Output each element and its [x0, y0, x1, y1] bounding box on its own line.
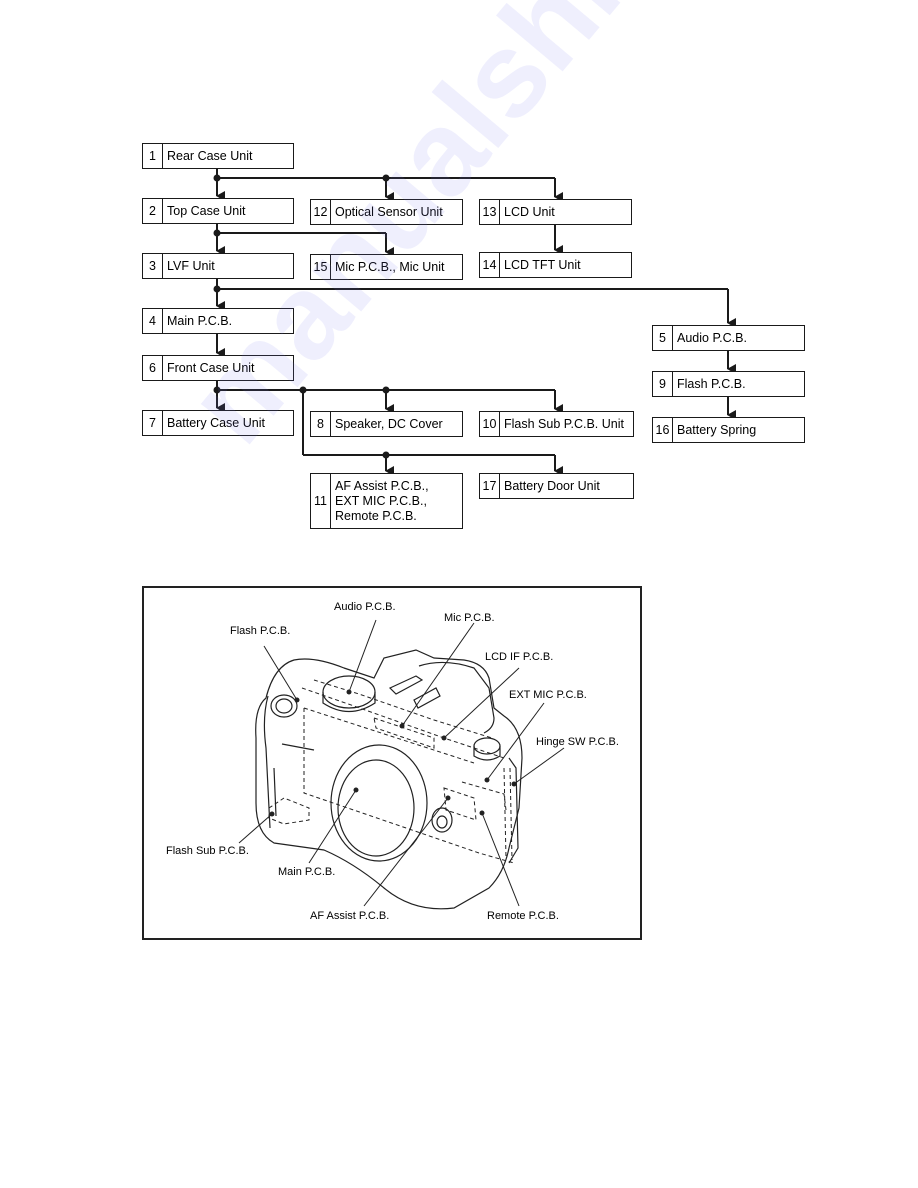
- step-label: LVF Unit: [167, 258, 215, 273]
- callout-main-pcb: Main P.C.B.: [278, 866, 336, 878]
- callout-flash-pcb: Flash P.C.B.: [230, 625, 291, 637]
- junction-dot: [382, 174, 390, 182]
- step-number: 16: [653, 418, 673, 442]
- step-box-14: 14 LCD TFT Unit: [479, 252, 632, 278]
- step-number: 15: [311, 255, 331, 279]
- step-number: 14: [480, 253, 500, 277]
- step-number: 5: [653, 326, 673, 350]
- step-label: Flash P.C.B.: [677, 376, 746, 391]
- leader-af-assist: [363, 797, 449, 907]
- step-label: Battery Spring: [677, 422, 757, 437]
- junction-dot: [382, 451, 390, 459]
- step-box-6: 6 Front Case Unit: [142, 355, 294, 381]
- step-box-16: 16 Battery Spring: [652, 417, 805, 443]
- step-label: Audio P.C.B.: [677, 330, 747, 345]
- step-label: Front Case Unit: [167, 360, 255, 375]
- callout-audio-pcb: Audio P.C.B.: [334, 601, 396, 613]
- step-box-15: 15 Mic P.C.B., Mic Unit: [310, 254, 463, 280]
- callout-hinge-sw-pcb: Hinge SW P.C.B.: [536, 736, 619, 748]
- leader-mic: [401, 622, 475, 727]
- camera-illustration: [238, 619, 565, 910]
- step-number: 2: [143, 199, 163, 223]
- step-number: 9: [653, 372, 673, 396]
- step-number: 8: [311, 412, 331, 436]
- manual-page: 1 Rear Case Unit 2 Top Case Unit 12 Opti…: [0, 0, 918, 1188]
- step-box-17: 17 Battery Door Unit: [479, 473, 634, 499]
- pcb-location-figure: Audio P.C.B. Mic P.C.B. Flash P.C.B. LCD…: [142, 586, 642, 940]
- step-number: 13: [480, 200, 500, 224]
- step-number: 10: [480, 412, 500, 436]
- step-box-3: 3 LVF Unit: [142, 253, 294, 279]
- step-number: 7: [143, 411, 163, 435]
- step-number: 6: [143, 356, 163, 380]
- step-label: Speaker, DC Cover: [335, 416, 443, 431]
- step-label: Optical Sensor Unit: [335, 204, 443, 219]
- step-box-2: 2 Top Case Unit: [142, 198, 294, 224]
- step-box-5: 5 Audio P.C.B.: [652, 325, 805, 351]
- callout-af-assist-pcb: AF Assist P.C.B.: [310, 910, 390, 922]
- step-label: Main P.C.B.: [167, 313, 233, 328]
- callout-remote-pcb: Remote P.C.B.: [487, 910, 559, 922]
- leader-audio: [348, 619, 377, 693]
- step-number: 11: [311, 474, 331, 528]
- step-number: 3: [143, 254, 163, 278]
- leader-main: [308, 789, 357, 864]
- step-box-8: 8 Speaker, DC Cover: [310, 411, 463, 437]
- step-label: LCD Unit: [504, 204, 555, 219]
- junction-dot: [299, 386, 307, 394]
- junction-dot: [213, 174, 221, 182]
- step-label: AF Assist P.C.B., EXT MIC P.C.B., Remote…: [335, 478, 429, 523]
- step-label: Battery Case Unit: [167, 415, 265, 430]
- leader-flash-sub: [238, 813, 273, 844]
- step-box-7: 7 Battery Case Unit: [142, 410, 294, 436]
- step-box-1: 1 Rear Case Unit: [142, 143, 294, 169]
- step-label: Battery Door Unit: [504, 478, 600, 493]
- junction-dot: [213, 285, 221, 293]
- step-box-11: 11 AF Assist P.C.B., EXT MIC P.C.B., Rem…: [310, 473, 463, 529]
- step-number: 12: [311, 200, 331, 224]
- step-number: 4: [143, 309, 163, 333]
- junction-dot: [382, 386, 390, 394]
- step-box-4: 4 Main P.C.B.: [142, 308, 294, 334]
- step-box-9: 9 Flash P.C.B.: [652, 371, 805, 397]
- step-box-10: 10 Flash Sub P.C.B. Unit: [479, 411, 634, 437]
- callout-ext-mic-pcb: EXT MIC P.C.B.: [509, 689, 587, 701]
- leader-flash: [263, 645, 298, 701]
- step-label: Mic P.C.B., Mic Unit: [335, 259, 445, 274]
- junction-dot: [213, 386, 221, 394]
- junction-dot: [213, 229, 221, 237]
- step-label: Flash Sub P.C.B. Unit: [504, 416, 624, 431]
- callout-flash-sub-pcb: Flash Sub P.C.B.: [166, 845, 249, 857]
- step-box-12: 12 Optical Sensor Unit: [310, 199, 463, 225]
- step-box-13: 13 LCD Unit: [479, 199, 632, 225]
- step-label: Top Case Unit: [167, 203, 246, 218]
- leader-remote: [481, 812, 520, 907]
- callout-mic-pcb: Mic P.C.B.: [444, 612, 495, 624]
- step-label: LCD TFT Unit: [504, 257, 581, 272]
- step-number: 1: [143, 144, 163, 168]
- callout-lcd-if-pcb: LCD IF P.C.B.: [485, 651, 554, 663]
- step-number: 17: [480, 474, 500, 498]
- step-label: Rear Case Unit: [167, 148, 253, 163]
